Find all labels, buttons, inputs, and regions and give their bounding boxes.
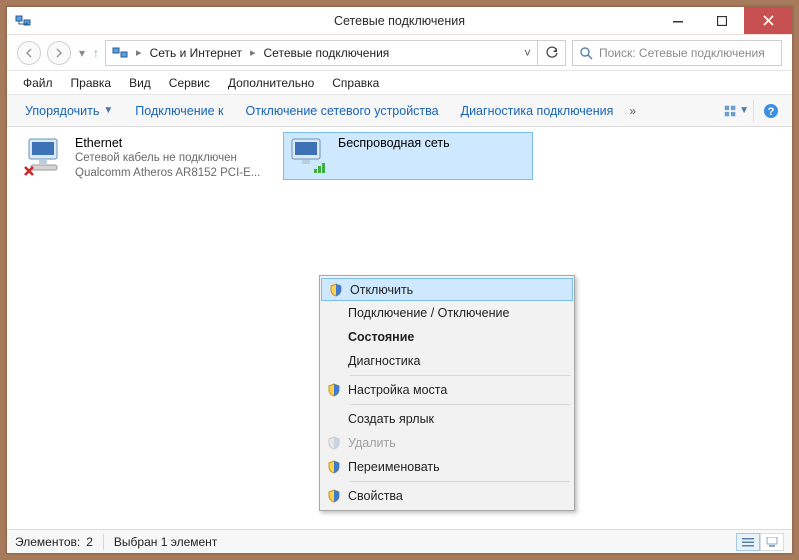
- ctx-properties[interactable]: Свойства: [320, 484, 574, 508]
- views-button[interactable]: ▼: [723, 98, 749, 124]
- window-controls: [656, 7, 792, 34]
- item-labels: Беспроводная сеть: [338, 135, 450, 177]
- shield-icon: [329, 283, 343, 297]
- svg-text:?: ?: [768, 106, 775, 118]
- ctx-disable[interactable]: Отключить: [321, 278, 573, 301]
- menu-edit[interactable]: Правка: [63, 73, 120, 93]
- item-title: Беспроводная сеть: [338, 136, 450, 151]
- breadcrumb-seg-2[interactable]: Сетевые подключения: [258, 41, 396, 65]
- close-button[interactable]: [744, 7, 792, 34]
- menu-file[interactable]: Файл: [15, 73, 61, 93]
- breadcrumb-seg-1[interactable]: Сеть и Интернет: [144, 41, 248, 65]
- item-title: Ethernet: [75, 136, 260, 151]
- help-button[interactable]: ?: [758, 98, 784, 124]
- menu-help[interactable]: Справка: [324, 73, 387, 93]
- ctx-status[interactable]: Состояние: [320, 325, 574, 349]
- context-menu: Отключить Подключение / Отключение Состо…: [319, 275, 575, 511]
- content-area: Ethernet Сетевой кабель не подключен Qua…: [7, 127, 792, 529]
- menu-bar: Файл Правка Вид Сервис Дополнительно Спр…: [7, 71, 792, 95]
- ctx-label: Свойства: [348, 489, 403, 503]
- organize-button[interactable]: Упорядочить ▼: [15, 100, 123, 122]
- ctx-label: Создать ярлык: [348, 412, 434, 426]
- wireless-icon: [286, 135, 332, 177]
- search-placeholder: Поиск: Сетевые подключения: [599, 46, 765, 60]
- item-labels: Ethernet Сетевой кабель не подключен Qua…: [75, 135, 260, 181]
- shield-icon: [327, 460, 341, 474]
- ctx-label: Настройка моста: [348, 383, 447, 397]
- diagnose-button[interactable]: Диагностика подключения: [451, 100, 624, 122]
- forward-button[interactable]: [47, 41, 71, 65]
- item-status: Сетевой кабель не подключен: [75, 151, 260, 166]
- item-device: Qualcomm Atheros AR8152 PCI-E...: [75, 166, 260, 181]
- history-dropdown[interactable]: ▾: [77, 46, 87, 60]
- up-button[interactable]: ↑: [93, 46, 99, 60]
- disable-device-button[interactable]: Отключение сетевого устройства: [236, 100, 449, 122]
- ctx-diagnose[interactable]: Диагностика: [320, 349, 574, 373]
- maximize-button[interactable]: [700, 7, 744, 34]
- status-bar: Элементов: 2 Выбран 1 элемент: [7, 529, 792, 553]
- breadcrumb-separator-icon: ▸: [134, 46, 144, 59]
- address-bar[interactable]: ▸ Сеть и Интернет ▸ Сетевые подключения …: [105, 40, 566, 66]
- connect-to-button[interactable]: Подключение к: [125, 100, 233, 122]
- organize-label: Упорядочить: [25, 104, 99, 118]
- overflow-button[interactable]: »: [625, 104, 640, 118]
- ethernet-icon: [23, 135, 69, 177]
- shield-icon: [327, 489, 341, 503]
- ctx-label: Отключить: [350, 283, 413, 297]
- view-large-icons-button[interactable]: [760, 533, 784, 551]
- ctx-label: Переименовать: [348, 460, 440, 474]
- app-icon: [15, 13, 31, 29]
- breadcrumb-label-1: Сеть и Интернет: [150, 46, 242, 60]
- ctx-label: Подключение / Отключение: [348, 306, 509, 320]
- address-dropdown[interactable]: ˅: [518, 46, 537, 60]
- ctx-label: Удалить: [348, 436, 396, 450]
- ctx-create-shortcut[interactable]: Создать ярлык: [320, 407, 574, 431]
- ctx-label: Состояние: [348, 330, 414, 344]
- connection-item-ethernet[interactable]: Ethernet Сетевой кабель не подключен Qua…: [21, 133, 273, 183]
- address-root-icon: [106, 41, 134, 65]
- titlebar: Сетевые подключения: [7, 7, 792, 35]
- command-bar: Упорядочить ▼ Подключение к Отключение с…: [7, 95, 792, 127]
- shield-icon: [327, 436, 341, 450]
- status-elements-count: 2: [86, 535, 93, 549]
- ctx-bridge[interactable]: Настройка моста: [320, 378, 574, 402]
- window: Сетевые подключения ▾ ↑ ▸ Сеть и Интерне…: [6, 6, 793, 554]
- ctx-connect-disconnect[interactable]: Подключение / Отключение: [320, 301, 574, 325]
- shield-icon: [327, 383, 341, 397]
- menu-service[interactable]: Сервис: [161, 73, 218, 93]
- ctx-rename[interactable]: Переименовать: [320, 455, 574, 479]
- status-elements-label: Элементов:: [15, 535, 80, 549]
- search-icon: [579, 46, 593, 60]
- menu-view[interactable]: Вид: [121, 73, 159, 93]
- breadcrumb-separator-icon: ▸: [248, 46, 258, 59]
- ctx-delete: Удалить: [320, 431, 574, 455]
- view-switch: [736, 533, 784, 551]
- ctx-label: Диагностика: [348, 354, 420, 368]
- search-input[interactable]: Поиск: Сетевые подключения: [572, 40, 782, 66]
- view-details-button[interactable]: [736, 533, 760, 551]
- back-button[interactable]: [17, 41, 41, 65]
- nav-row: ▾ ↑ ▸ Сеть и Интернет ▸ Сетевые подключе…: [7, 35, 792, 71]
- refresh-button[interactable]: [537, 41, 565, 65]
- connection-item-wireless[interactable]: Беспроводная сеть: [283, 132, 533, 180]
- minimize-button[interactable]: [656, 7, 700, 34]
- breadcrumb-label-2: Сетевые подключения: [264, 46, 390, 60]
- status-selected-label: Выбран 1 элемент: [114, 535, 217, 549]
- menu-extra[interactable]: Дополнительно: [220, 73, 322, 93]
